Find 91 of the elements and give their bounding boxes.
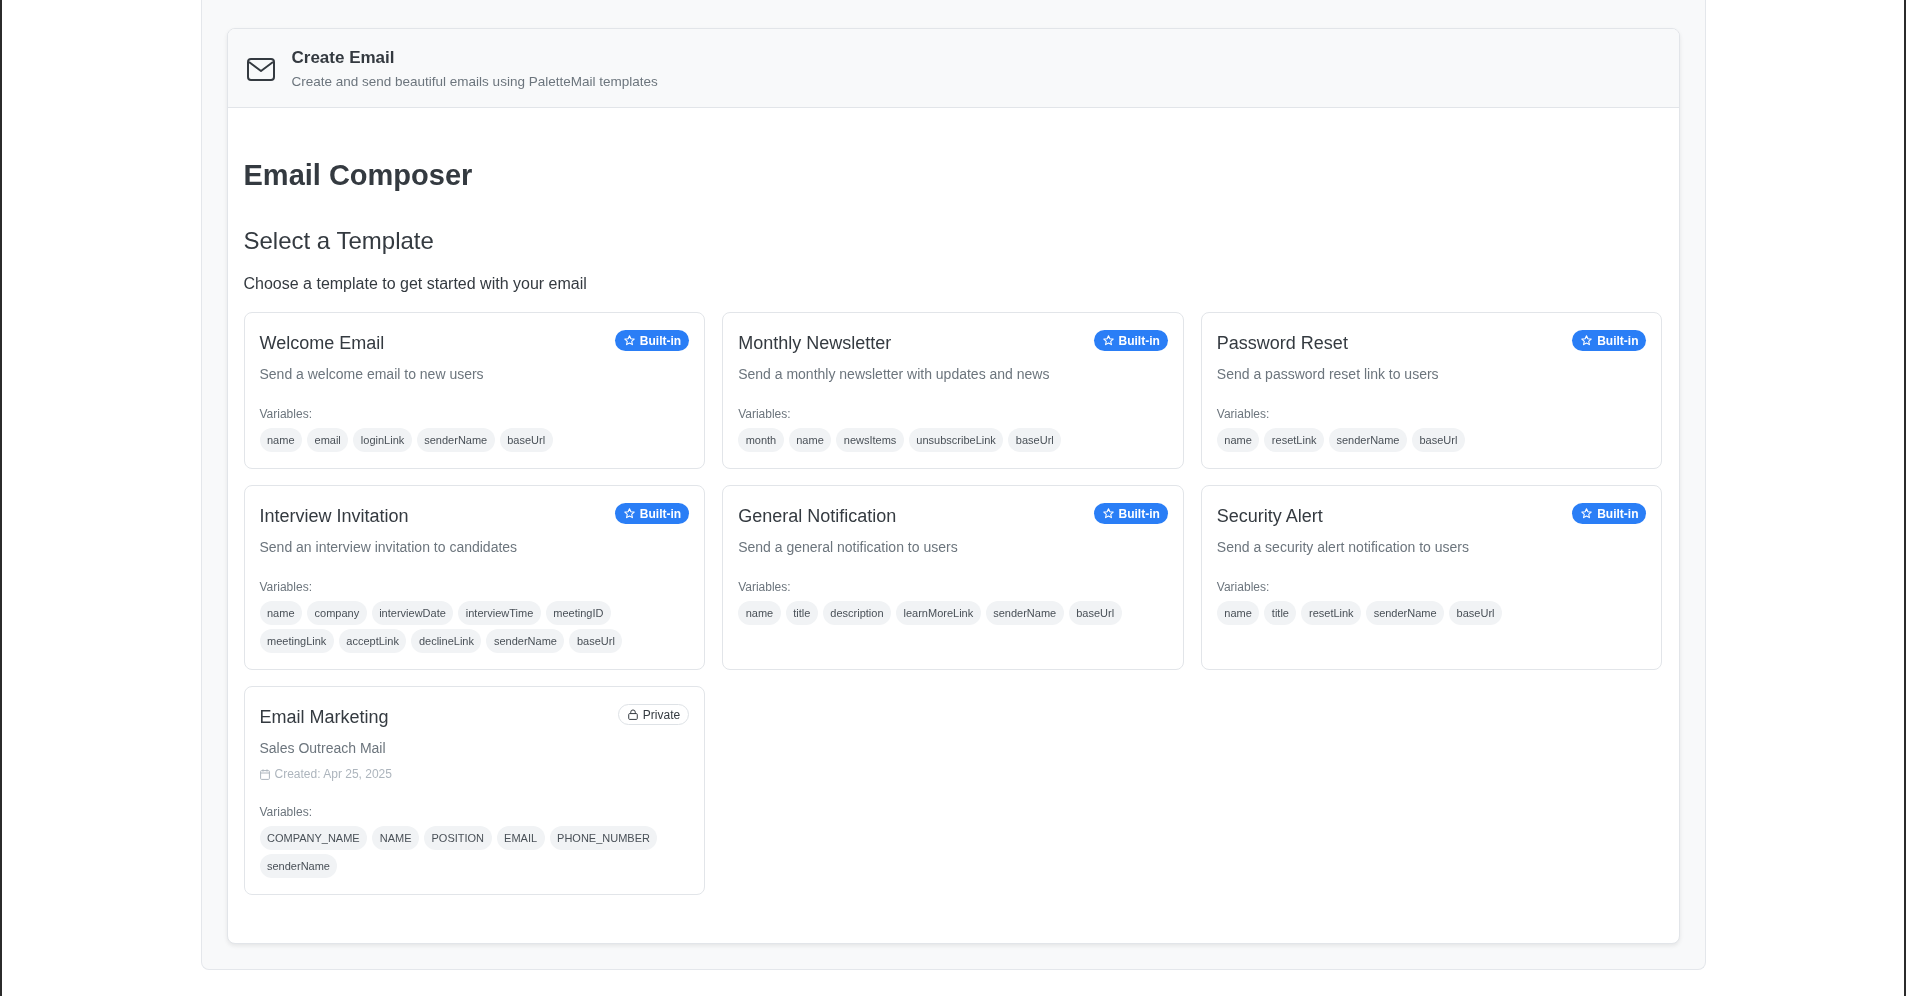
- star-icon: [1581, 508, 1593, 519]
- template-card[interactable]: Welcome Email Built-in Send a welcome email to new users Variables: name email loginLink senderName baseUrl: [243, 312, 706, 469]
- star-icon: [623, 335, 635, 346]
- template-description: Send a password reset link to users: [1216, 365, 1440, 384]
- template-description: Send a general notification to users: [738, 538, 959, 557]
- variable-chip: title: [785, 601, 818, 625]
- variables-label: Variables:: [738, 406, 792, 422]
- template-name: Monthly Newsletter: [738, 332, 892, 354]
- header-subtitle: Create and send beautiful emails using PaletteMail templates: [291, 73, 658, 91]
- template-card[interactable]: Interview Invitation Built-in Send an interview invitation to candidates Variables: name company interviewDate interviewTime meetingID meetingLink acceptLink declineLink senderName baseUrl: [243, 485, 706, 670]
- variable-chip: meetingLink: [259, 629, 334, 653]
- badge-label: Built-in: [1597, 333, 1639, 348]
- variable-chip: name: [738, 601, 781, 625]
- template-description: Send a monthly newsletter with updates and news: [738, 365, 1051, 384]
- header-title: Create Email: [291, 47, 396, 69]
- variable-chip: interviewDate: [371, 601, 454, 625]
- variable-chip: description: [822, 601, 891, 625]
- badge-label: Built-in: [1597, 506, 1639, 521]
- template-description: Send a security alert notification to users: [1216, 538, 1470, 557]
- variable-chip: baseUrl: [1068, 601, 1122, 625]
- template-card[interactable]: Monthly Newsletter Built-in Send a monthly newsletter with updates and news Variables: month name newsItems unsubscribeLink baseUrl: [722, 312, 1184, 469]
- star-icon: [1102, 335, 1114, 346]
- variable-chip: NAME: [372, 826, 419, 850]
- lock-icon: [627, 709, 638, 720]
- variable-chip: month: [738, 428, 784, 452]
- variable-chip: name: [1216, 428, 1260, 452]
- variable-chip: POSITION: [424, 826, 492, 850]
- template-name: General Notification: [738, 505, 897, 527]
- template-name: Password Reset: [1216, 332, 1348, 354]
- variable-chip: senderName: [1329, 428, 1407, 452]
- variable-chip: newsItems: [836, 428, 904, 452]
- variable-chip: baseUrl: [499, 428, 553, 452]
- template-card[interactable]: General Notification Built-in Send a general notification to users Variables: name title description learnMoreLink senderName baseUrl: [722, 485, 1184, 670]
- star-icon: [1102, 508, 1114, 519]
- section-subtitle: Choose a template to get started with your email: [243, 274, 588, 294]
- variable-chip: baseUrl: [1008, 428, 1062, 452]
- badge-label: Built-in: [1118, 333, 1160, 348]
- variable-chip: unsubscribeLink: [908, 428, 1004, 452]
- variable-chip: learnMoreLink: [896, 601, 981, 625]
- template-description: Send an interview invitation to candidates: [259, 538, 519, 557]
- variable-chip: name: [259, 428, 303, 452]
- template-card[interactable]: Password Reset Built-in Send a password reset link to users Variables: name resetLink senderName baseUrl: [1200, 312, 1663, 469]
- variable-chip: acceptLink: [338, 629, 407, 653]
- template-name: Security Alert: [1216, 505, 1323, 527]
- variable-chip: name: [259, 601, 303, 625]
- variable-chip: interviewTime: [458, 601, 541, 625]
- variable-chip: senderName: [486, 629, 565, 653]
- variable-chip: senderName: [1366, 601, 1445, 625]
- star-icon: [1581, 335, 1593, 346]
- page-title: Email Composer: [243, 158, 474, 193]
- created-date: Created: Apr 25, 2025: [274, 766, 392, 782]
- star-icon: [623, 508, 635, 519]
- badge-label: Built-in: [1118, 506, 1160, 521]
- variable-chip: baseUrl: [1449, 601, 1502, 625]
- variable-chip: senderName: [259, 854, 338, 878]
- variable-chip: baseUrl: [569, 629, 623, 653]
- variable-chip: company: [307, 601, 367, 625]
- template-name: Interview Invitation: [259, 505, 409, 527]
- variable-chip: resetLink: [1301, 601, 1362, 625]
- variable-chip: name: [788, 428, 832, 452]
- template-description: Send a welcome email to new users: [259, 365, 485, 384]
- variable-chip: name: [1216, 601, 1260, 625]
- badge-label: Built-in: [639, 333, 682, 348]
- variable-chip: senderName: [416, 428, 495, 452]
- variable-chip: loginLink: [353, 428, 412, 452]
- calendar-icon: [259, 768, 270, 780]
- template-card[interactable]: Email Marketing Private Sales Outreach Mail Created: Apr 25, 2025 Variables: COMPANY_NAME NAME POSITION EMAIL PHONE_NUMBER senderName: [243, 686, 706, 895]
- template-name: Welcome Email: [259, 332, 385, 354]
- variable-chip: title: [1264, 601, 1297, 625]
- variables-label: Variables:: [1216, 406, 1271, 422]
- template-card[interactable]: Security Alert Built-in Send a security alert notification to users Variables: name title resetLink senderName baseUrl: [1200, 485, 1663, 670]
- variable-chip: baseUrl: [1412, 428, 1465, 452]
- variable-chip: COMPANY_NAME: [259, 826, 368, 850]
- variables-label: Variables:: [259, 804, 313, 820]
- variables-label: Variables:: [259, 579, 313, 595]
- variables-label: Variables:: [738, 579, 792, 595]
- template-name: Email Marketing: [259, 706, 389, 728]
- template-description: Sales Outreach Mail: [259, 739, 387, 758]
- variable-chip: EMAIL: [496, 826, 545, 850]
- variable-chip: senderName: [985, 601, 1064, 625]
- variable-chip: meetingID: [545, 601, 611, 625]
- mail-icon: [246, 58, 275, 81]
- section-title: Select a Template: [243, 226, 435, 256]
- variables-label: Variables:: [1216, 579, 1271, 595]
- variable-chip: declineLink: [411, 629, 482, 653]
- variables-label: Variables:: [259, 406, 313, 422]
- variable-chip: email: [307, 428, 349, 452]
- badge-label: Built-in: [639, 506, 682, 521]
- variable-chip: resetLink: [1264, 428, 1324, 452]
- badge-label: Private: [642, 707, 681, 722]
- variable-chip: PHONE_NUMBER: [549, 826, 658, 850]
